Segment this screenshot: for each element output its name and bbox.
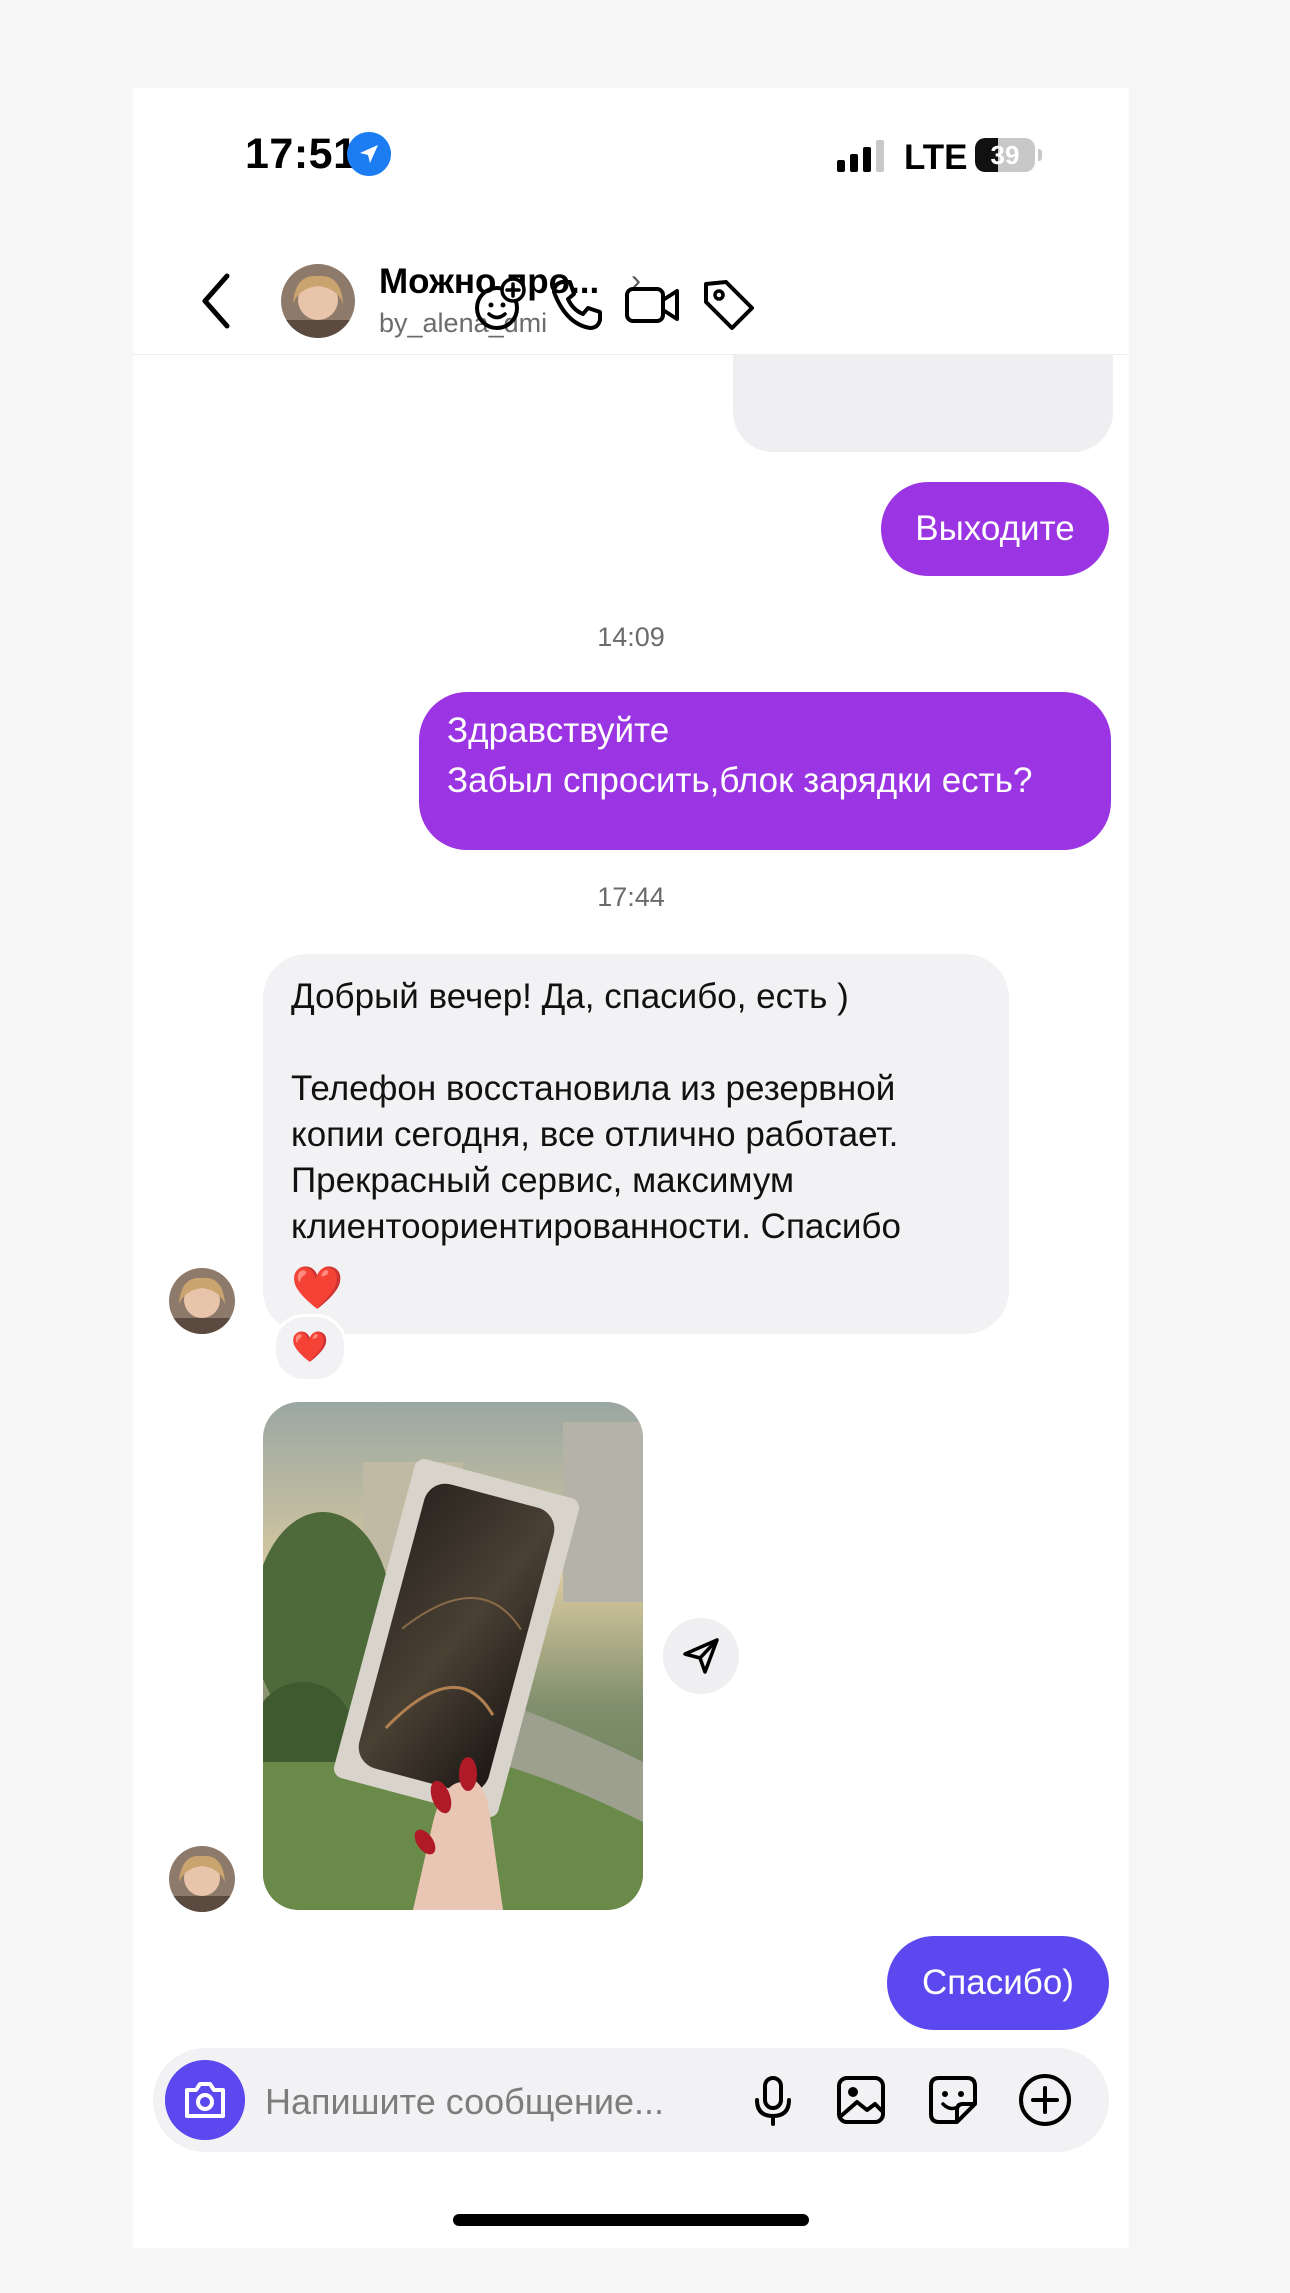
camera-icon[interactable]: [165, 2060, 245, 2140]
message-input[interactable]: [263, 2074, 707, 2130]
incoming-message-text: Добрый вечер! Да, спасибо, есть ) Телефо…: [291, 977, 901, 1246]
phone-icon[interactable]: [548, 276, 606, 334]
outgoing-message[interactable]: Спасибо): [887, 1936, 1109, 2030]
battery-tip: [1038, 149, 1042, 161]
incoming-message[interactable]: Добрый вечер! Да, спасибо, есть ) Телефо…: [263, 954, 1009, 1334]
chevron-left-icon[interactable]: [195, 268, 239, 334]
avatar[interactable]: [281, 264, 355, 338]
network-label: LTE: [904, 138, 968, 177]
outgoing-message[interactable]: Здравствуйте Забыл спросить,блок зарядки…: [419, 692, 1111, 850]
sticker-add-icon[interactable]: [471, 276, 529, 334]
avatar[interactable]: [169, 1846, 235, 1912]
video-icon[interactable]: [623, 276, 681, 334]
chat-header: Можно про... › by_alena_dmi: [133, 248, 1129, 355]
microphone-icon[interactable]: [743, 2070, 803, 2130]
send-icon[interactable]: [663, 1618, 739, 1694]
home-indicator: [453, 2214, 809, 2226]
battery-icon: 39: [975, 138, 1035, 172]
reaction-heart[interactable]: ❤️: [273, 1314, 347, 1382]
image-icon[interactable]: [831, 2070, 891, 2130]
avatar[interactable]: [169, 1268, 235, 1334]
tag-icon[interactable]: [700, 276, 758, 334]
timestamp: 17:44: [597, 882, 665, 912]
outgoing-message[interactable]: Выходите: [881, 482, 1109, 576]
phone-screen: 17:51 LTE 39 Можно про... › by_alena_dmi: [133, 88, 1129, 2248]
battery-level: 39: [990, 140, 1020, 170]
status-time: 17:51: [245, 130, 358, 178]
sticker-icon[interactable]: [923, 2070, 983, 2130]
signal-icon: [837, 140, 884, 172]
timestamp: 14:09: [597, 622, 665, 652]
location-arrow-icon: [347, 132, 391, 176]
message-bubble-partial: [733, 354, 1113, 452]
heart-emoji: ❤️: [291, 1264, 344, 1311]
photo-message[interactable]: [263, 1402, 643, 1910]
message-composer: [153, 2048, 1109, 2152]
plus-circle-icon[interactable]: [1015, 2070, 1075, 2130]
